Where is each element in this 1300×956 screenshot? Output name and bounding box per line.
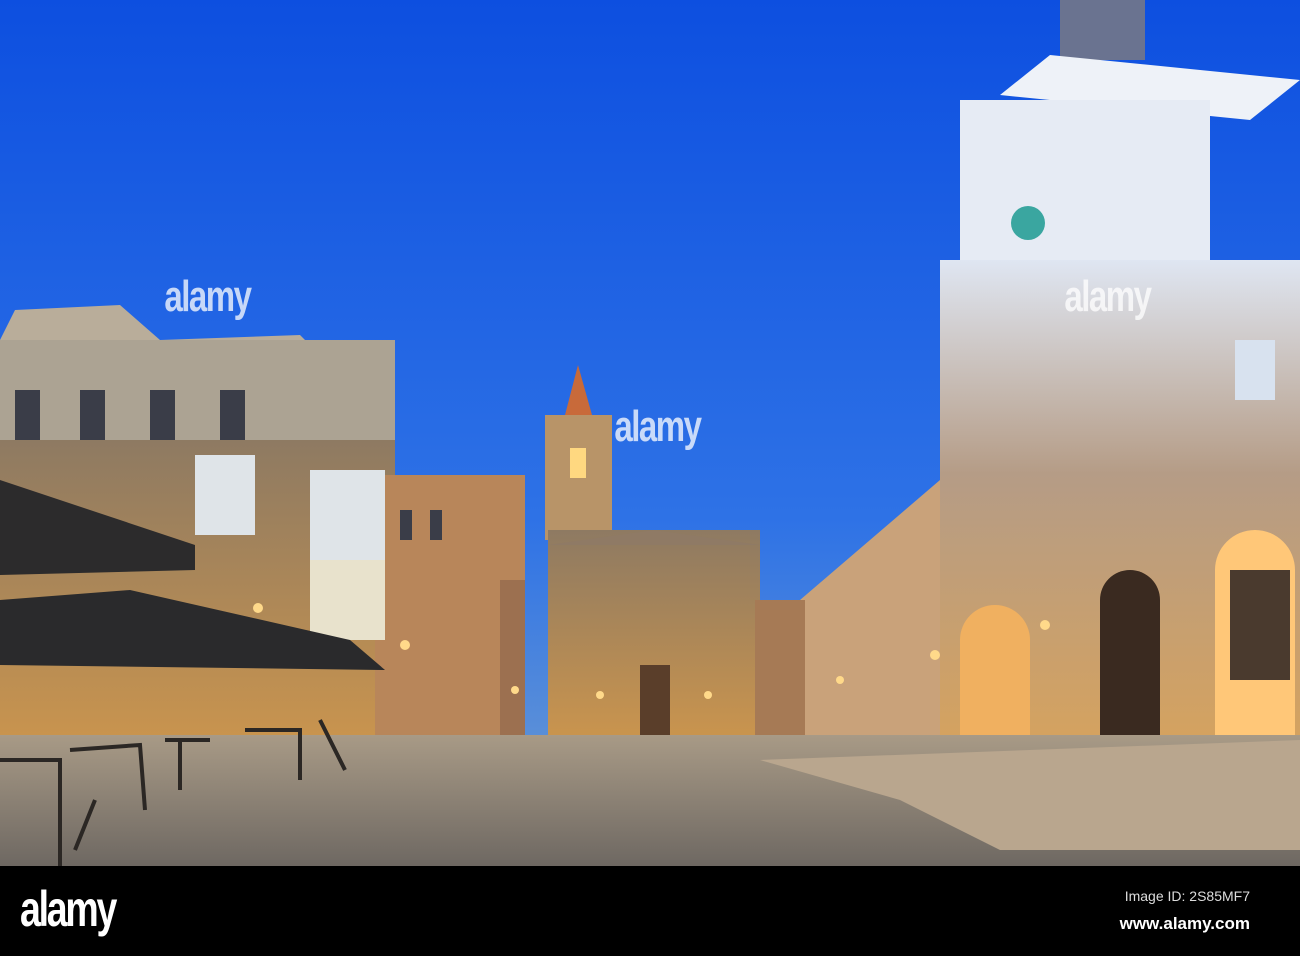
watermark-logo: alamy <box>1064 272 1152 321</box>
alamy-logo: alamy <box>20 881 117 937</box>
watermark-logo: alamy <box>164 272 252 321</box>
watermark-bar: alamy Image ID: 2S85MF7 www.alamy.com <box>0 866 1300 956</box>
site-url: www.alamy.com <box>1119 914 1250 933</box>
watermark-logo: alamy <box>614 402 702 451</box>
image-id: Image ID: 2S85MF7 <box>1124 888 1250 904</box>
